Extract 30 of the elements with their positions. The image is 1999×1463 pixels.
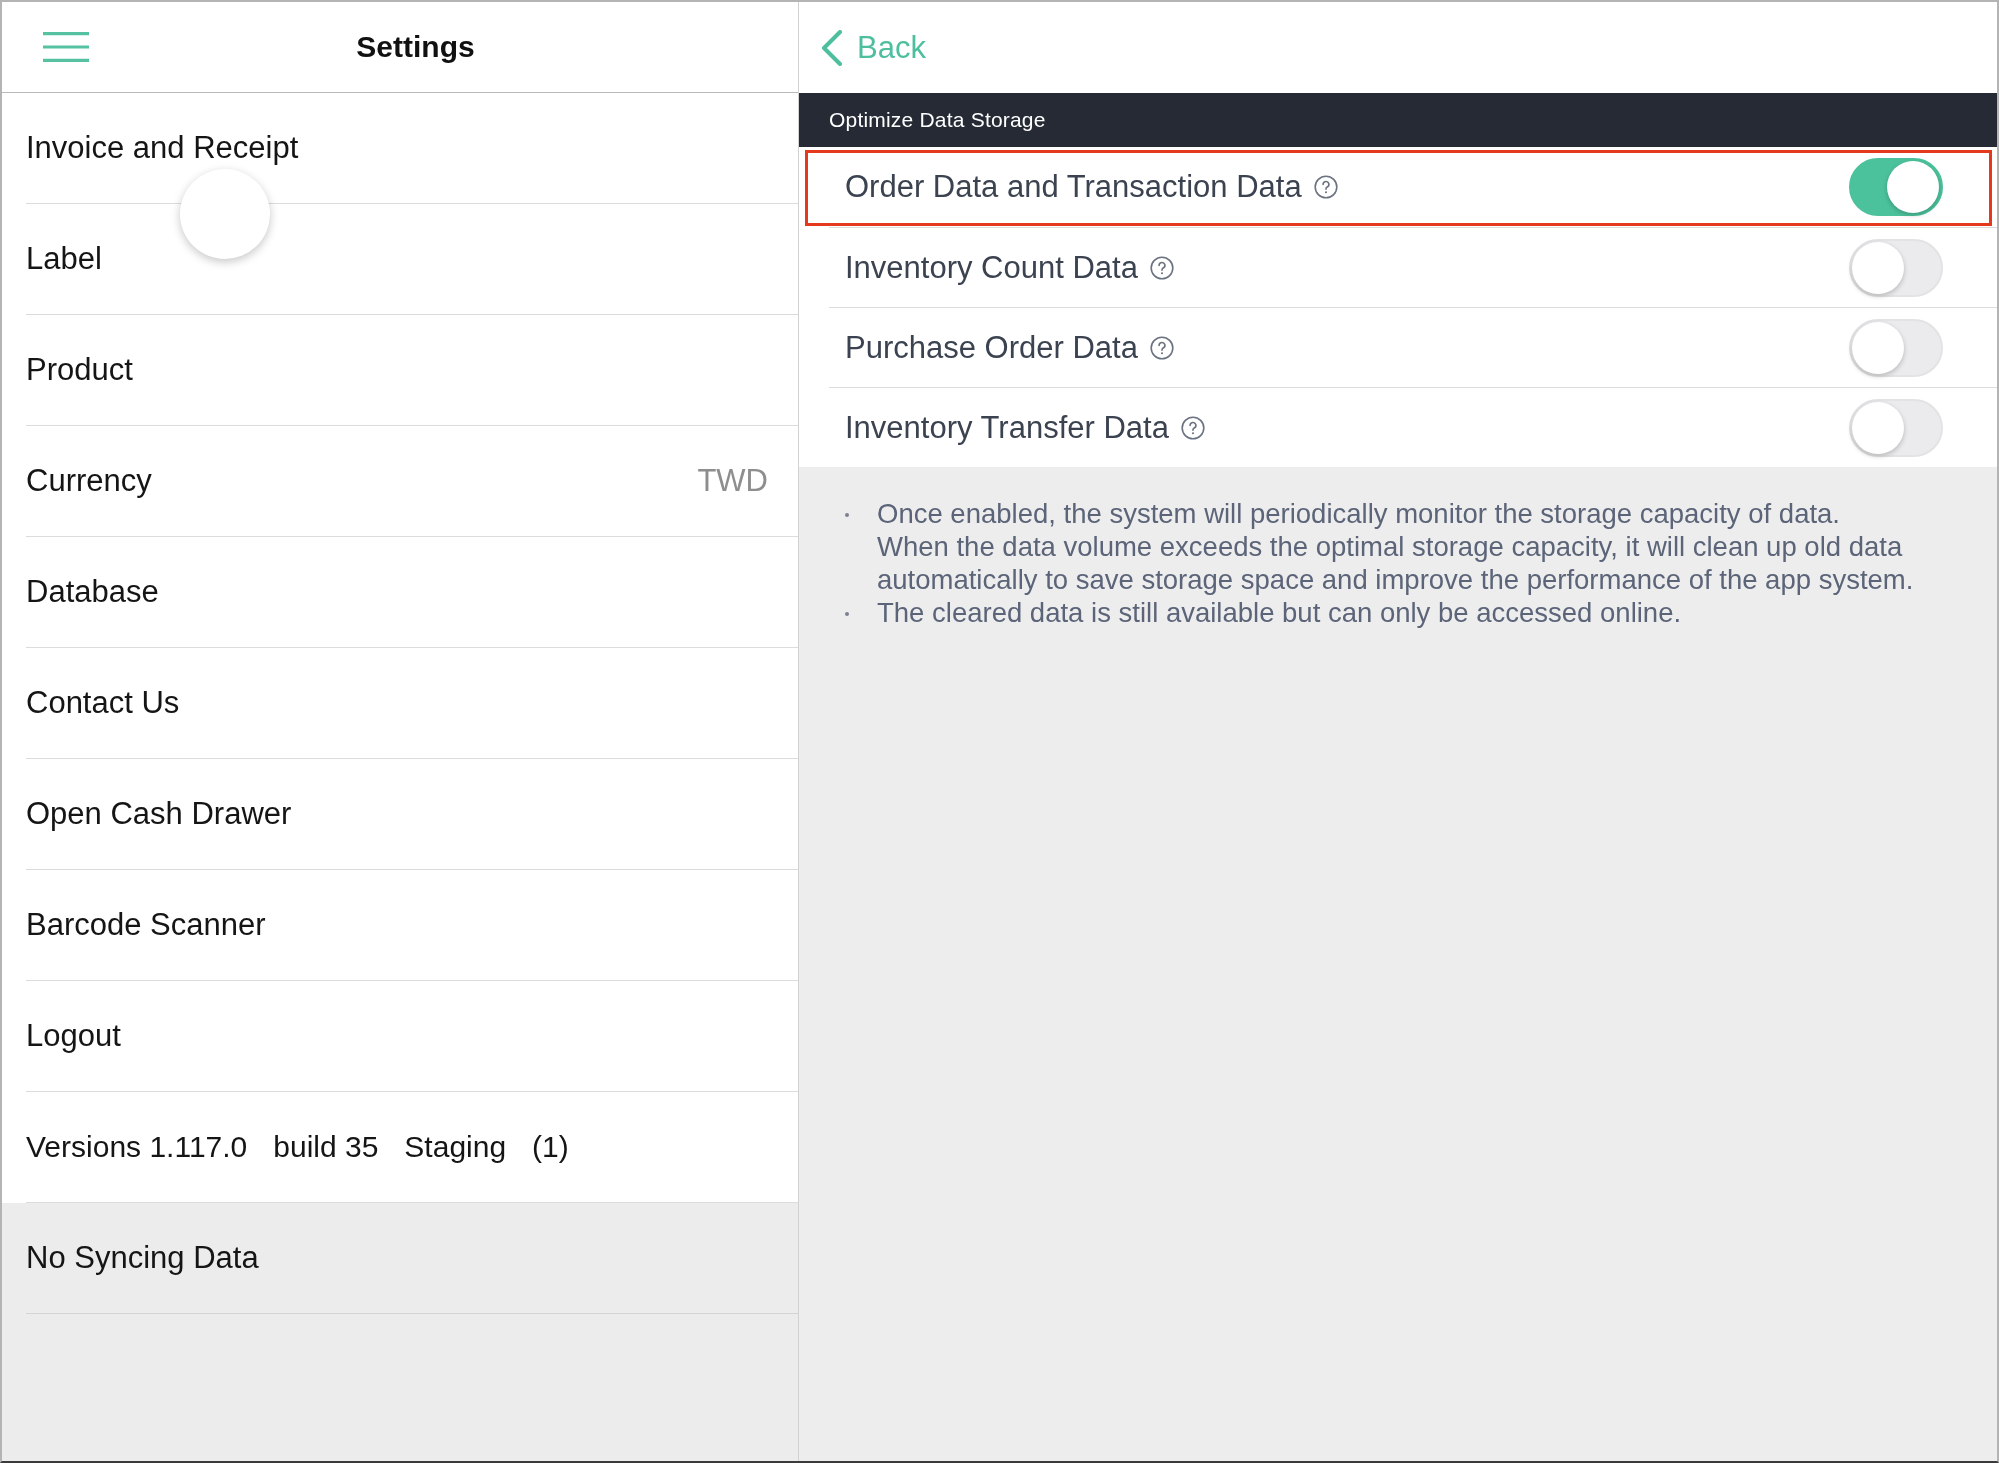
sync-status: No Syncing Data: [26, 1240, 259, 1276]
help-icon[interactable]: [1180, 415, 1205, 440]
help-icon[interactable]: [1149, 255, 1174, 280]
settings-item[interactable]: Database: [26, 537, 798, 648]
settings-item[interactable]: Barcode Scanner: [26, 870, 798, 981]
bullet-icon: [845, 612, 849, 616]
settings-item[interactable]: Product: [26, 315, 798, 426]
option-label: Inventory Count Data: [845, 249, 1138, 286]
note-text: The cleared data is still available but can only be accessed online.: [877, 596, 1682, 629]
version-info: Versions 1.117.0: [26, 1130, 248, 1164]
option-label: Purchase Order Data: [845, 329, 1138, 366]
section-header: Optimize Data Storage: [799, 93, 1997, 147]
setting-value: TWD: [697, 463, 768, 499]
note-text: Once enabled, the system will periodically monitor the storage capacity of data. When the data volume exceeds the optimal storage capacity, it will clean up old data automatically to save storage space and improve the performance of the app system.: [877, 497, 1915, 596]
menu-icon[interactable]: [43, 32, 89, 62]
version-info: build 35: [273, 1130, 379, 1164]
bullet-icon: [845, 513, 849, 517]
option-label: Inventory Transfer Data: [845, 409, 1169, 446]
option-label: Order Data and Transaction Data: [845, 169, 1302, 205]
help-icon[interactable]: [1313, 175, 1338, 199]
version-info: (1): [532, 1130, 569, 1164]
settings-item[interactable]: Currency TWD: [26, 426, 798, 537]
version-info: Staging: [404, 1130, 507, 1164]
help-icon[interactable]: [1149, 335, 1174, 360]
settings-item[interactable]: Logout: [26, 981, 798, 1092]
toggle-switch[interactable]: [1849, 158, 1943, 216]
chevron-icon: [821, 29, 843, 66]
settings-item[interactable]: Open Cash Drawer: [26, 759, 798, 870]
page-title: Settings: [356, 30, 476, 64]
settings-item[interactable]: Contact Us: [26, 648, 798, 759]
